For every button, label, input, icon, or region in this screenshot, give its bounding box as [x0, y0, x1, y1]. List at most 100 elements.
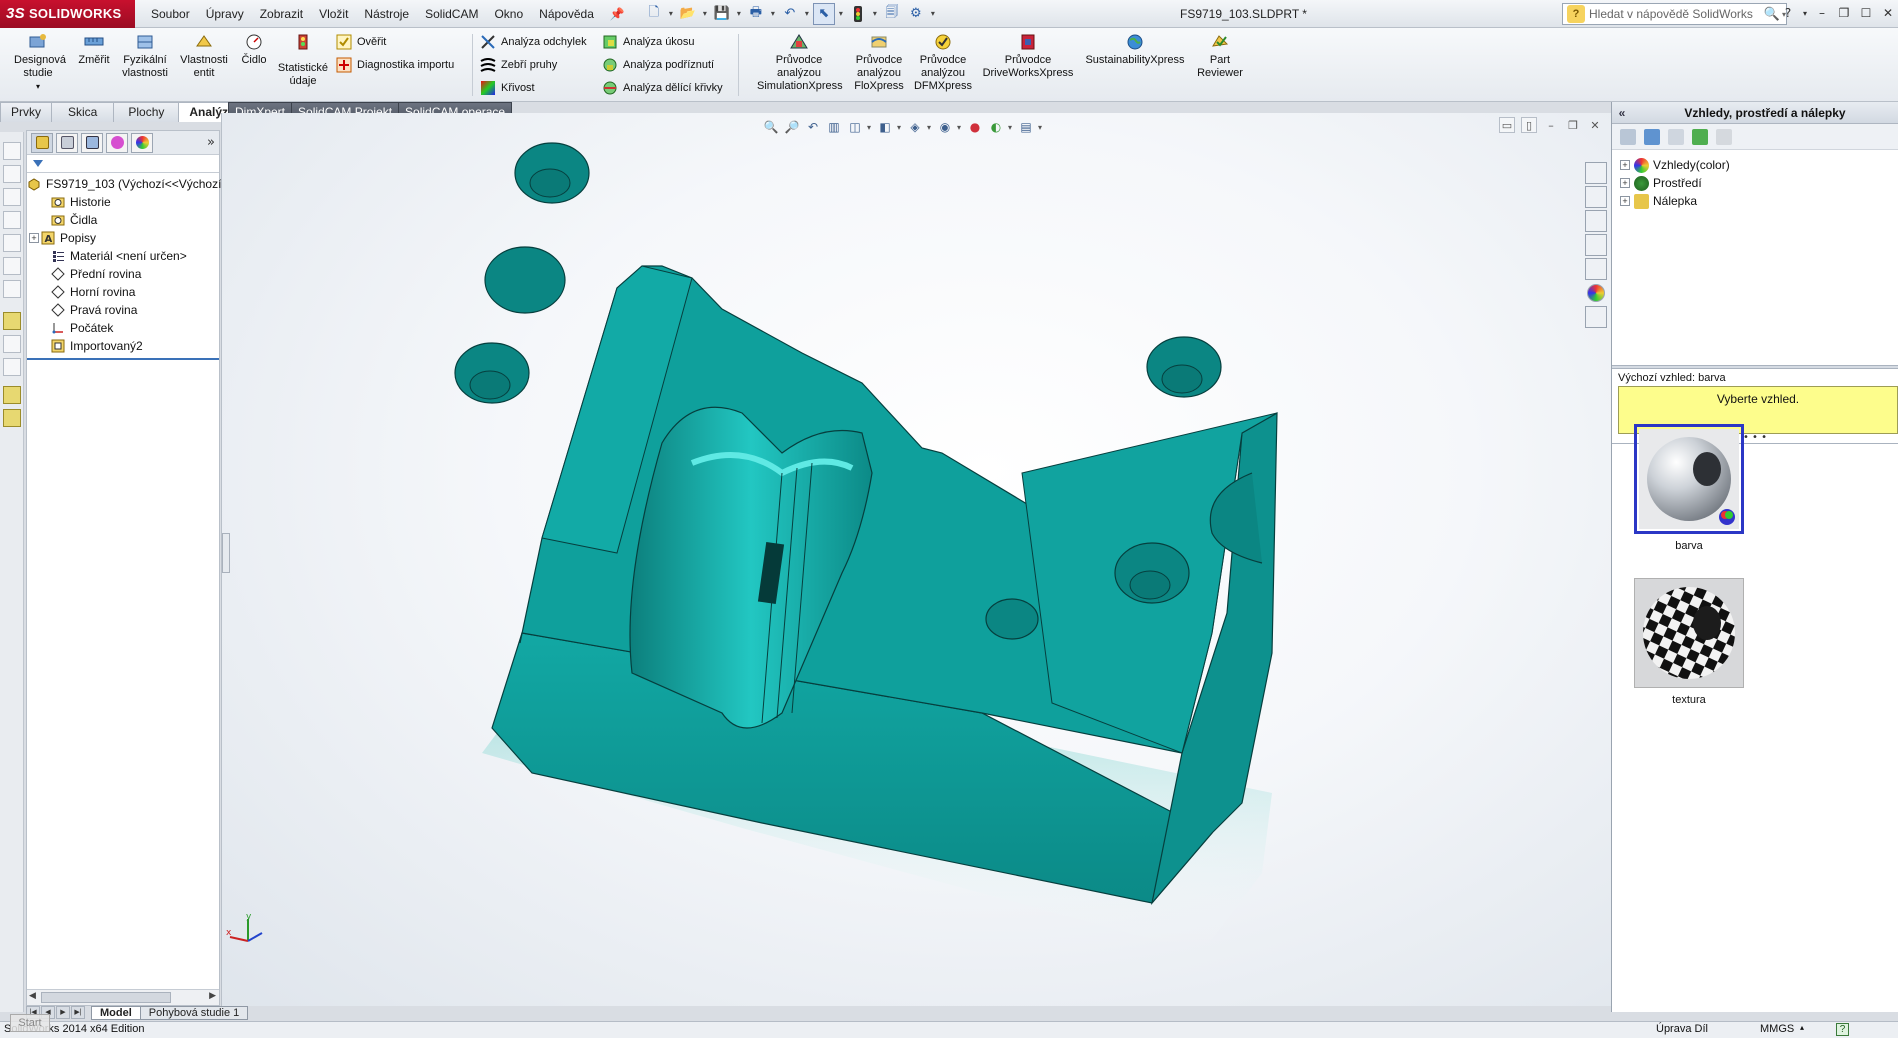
- deviation-analysis-button[interactable]: Analýza odchylek: [480, 32, 587, 52]
- tree-item-origin[interactable]: Počátek: [27, 319, 219, 337]
- configuration-manager-tab-icon[interactable]: [81, 132, 103, 153]
- tree-item-annotations[interactable]: + A Popisy: [27, 229, 219, 247]
- sketch-tool-icon[interactable]: [3, 165, 21, 183]
- expand-toggle-icon[interactable]: +: [1620, 160, 1630, 170]
- options-dropdown-icon[interactable]: ▾: [929, 9, 937, 18]
- print-icon[interactable]: 🖶: [745, 3, 767, 25]
- print-dropdown-icon[interactable]: ▾: [769, 9, 777, 18]
- tree-scenes[interactable]: + Prostředí: [1620, 174, 1898, 192]
- options-icon[interactable]: ⚙: [905, 3, 927, 25]
- driveworksxpress-button[interactable]: Průvodce DriveWorksXpress: [978, 32, 1078, 80]
- back-icon[interactable]: [1620, 128, 1636, 145]
- parting-line-analysis-button[interactable]: Analýza dělící křivky: [602, 78, 723, 98]
- sketch-tool-icon[interactable]: [3, 358, 21, 376]
- last-tab-icon[interactable]: ▶|: [71, 1006, 85, 1019]
- simulationxpress-button[interactable]: Průvodce analýzou SimulationXpress: [756, 32, 843, 93]
- tree-item-imported-body[interactable]: Importovaný2: [27, 337, 219, 355]
- menu-solidcam[interactable]: SolidCAM: [417, 0, 486, 28]
- pin-menu-icon[interactable]: 📌: [602, 0, 633, 28]
- help-status-icon[interactable]: ?: [1836, 1023, 1849, 1036]
- horizontal-scrollbar[interactable]: ◀ ▶: [27, 989, 219, 1005]
- smart-dimension-icon[interactable]: [3, 312, 21, 330]
- filter-funnel-icon[interactable]: [33, 160, 43, 167]
- units-dropdown-icon[interactable]: ▴: [1800, 1023, 1804, 1032]
- solidworks-logo[interactable]: 3S SOLIDWORKS: [0, 0, 135, 28]
- floxpress-button[interactable]: Průvodce analýzou FloXpress: [846, 32, 912, 93]
- dfmxpress-button[interactable]: Průvodce analýzou DFMXpress: [912, 32, 974, 93]
- tab-surfaces[interactable]: Plochy: [113, 102, 180, 122]
- tab-features[interactable]: Prvky: [0, 102, 52, 122]
- swatch-color[interactable]: barva: [1634, 424, 1744, 552]
- sustainabilityxpress-button[interactable]: SustainabilityXpress: [1082, 32, 1188, 67]
- tree-item-right-plane[interactable]: Pravá rovina: [27, 301, 219, 319]
- expand-toggle-icon[interactable]: +: [29, 233, 39, 243]
- sketch-tool-icon[interactable]: [3, 280, 21, 298]
- menu-edit[interactable]: Úpravy: [198, 0, 252, 28]
- select-dropdown-icon[interactable]: ▾: [837, 9, 845, 18]
- close-icon[interactable]: ✕: [1878, 2, 1898, 24]
- tree-item-sensors[interactable]: Čidla: [27, 211, 219, 229]
- select-pointer-icon[interactable]: ⬉: [812, 2, 835, 25]
- sketch-relation-icon[interactable]: [3, 335, 21, 353]
- menu-insert[interactable]: Vložit: [311, 0, 356, 28]
- expand-panel-icon[interactable]: »: [207, 135, 215, 150]
- rebuild-traffic-light-icon[interactable]: [847, 3, 869, 25]
- tree-item-history[interactable]: Historie: [27, 193, 219, 211]
- collapse-pane-icon[interactable]: «: [1612, 106, 1632, 120]
- rollback-bar[interactable]: [27, 358, 219, 360]
- file-explorer-icon[interactable]: [1585, 234, 1607, 256]
- tree-root-part[interactable]: FS9719_103 (Výchozí<<Výchozí: [27, 175, 221, 193]
- open-dropdown-icon[interactable]: ▾: [701, 9, 709, 18]
- undercut-analysis-button[interactable]: Analýza podříznutí: [602, 55, 714, 75]
- feature-filter[interactable]: [27, 155, 219, 173]
- appearances-scenes-icon[interactable]: [1587, 284, 1605, 302]
- tree-appearances[interactable]: + Vzhledy(color): [1620, 156, 1898, 174]
- feature-icon[interactable]: [3, 409, 21, 427]
- sketch-tool-icon[interactable]: [3, 234, 21, 252]
- sketch-tool-icon[interactable]: [3, 211, 21, 229]
- help-icon[interactable]: ?: [1778, 2, 1798, 24]
- file-properties-icon[interactable]: 🗐: [881, 3, 903, 25]
- undo-dropdown-icon[interactable]: ▾: [803, 9, 811, 18]
- design-library-icon[interactable]: [1585, 210, 1607, 232]
- save-icon[interactable]: 💾: [711, 3, 733, 25]
- feature-icon[interactable]: [3, 386, 21, 404]
- menu-file[interactable]: Soubor: [143, 0, 198, 28]
- curvature-button[interactable]: Křivost: [480, 78, 535, 98]
- sketch-tool-icon[interactable]: [3, 142, 21, 160]
- help-search-input[interactable]: Hledat v nápovědě SolidWorks: [1589, 7, 1762, 21]
- sketch-tool-icon[interactable]: [3, 257, 21, 275]
- tab-motion-study[interactable]: Pohybová studie 1: [139, 1005, 249, 1020]
- feature-tree-tab-icon[interactable]: [31, 132, 53, 153]
- statistics-button[interactable]: Statistické údaje: [274, 32, 332, 88]
- add-folder-icon[interactable]: [1644, 128, 1660, 145]
- design-study-button[interactable]: Designová studie ▾: [6, 32, 70, 93]
- save-dropdown-icon[interactable]: ▾: [735, 9, 743, 18]
- new-dropdown-icon[interactable]: ▾: [667, 9, 675, 18]
- up-icon[interactable]: [1716, 128, 1732, 145]
- scroll-thumb[interactable]: [41, 992, 171, 1003]
- rebuild-dropdown-icon[interactable]: ▾: [871, 9, 879, 18]
- tree-item-top-plane[interactable]: Horní rovina: [27, 283, 219, 301]
- mass-properties-button[interactable]: Fyzikální vlastnosti: [118, 32, 172, 80]
- check-button[interactable]: Ověřit: [336, 32, 386, 52]
- part-reviewer-button[interactable]: Part Reviewer: [1192, 32, 1248, 80]
- maximize-icon[interactable]: ☐: [1856, 2, 1876, 24]
- refresh-icon[interactable]: [1692, 128, 1708, 145]
- units-label[interactable]: MMGS: [1760, 1023, 1794, 1035]
- import-diagnostics-button[interactable]: Diagnostika importu: [336, 55, 454, 75]
- start-button[interactable]: Start: [10, 1014, 50, 1032]
- restore-icon[interactable]: ❐: [1834, 2, 1854, 24]
- tab-model[interactable]: Model: [91, 1005, 141, 1020]
- menu-help[interactable]: Nápověda: [531, 0, 602, 28]
- tree-item-front-plane[interactable]: Přední rovina: [27, 265, 219, 283]
- tree-decals[interactable]: + Nálepka: [1620, 192, 1898, 210]
- home-icon[interactable]: [1585, 186, 1607, 208]
- expand-toggle-icon[interactable]: +: [1620, 178, 1630, 188]
- view-palette-icon[interactable]: [1585, 258, 1607, 280]
- menu-tools[interactable]: Nástroje: [356, 0, 417, 28]
- new-folder-icon[interactable]: [1668, 128, 1684, 145]
- minimize-icon[interactable]: –: [1812, 2, 1832, 24]
- menu-view[interactable]: Zobrazit: [252, 0, 311, 28]
- swatch-texture[interactable]: textura: [1634, 578, 1744, 706]
